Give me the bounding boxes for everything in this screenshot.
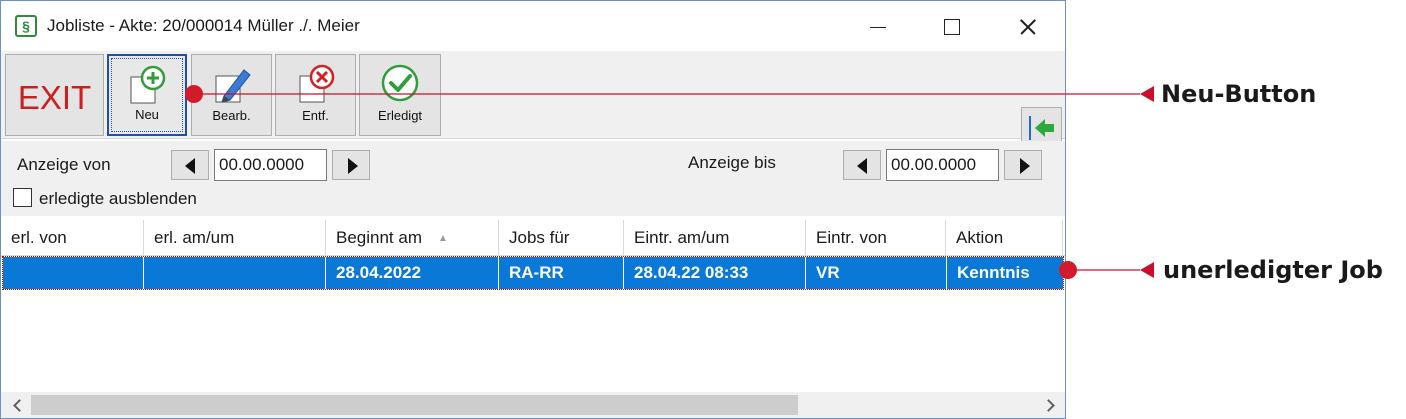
new-button-annotation: Neu-Button (1161, 80, 1317, 108)
open-job-annotation: unerledigter Job (1163, 256, 1383, 284)
annotation-overlay (185, 85, 1154, 279)
new-button-callout-arrow (1140, 86, 1154, 102)
new-button-callout-dot (185, 85, 203, 103)
open-job-callout-dot (1059, 261, 1077, 279)
open-job-callout-arrow (1140, 262, 1154, 278)
